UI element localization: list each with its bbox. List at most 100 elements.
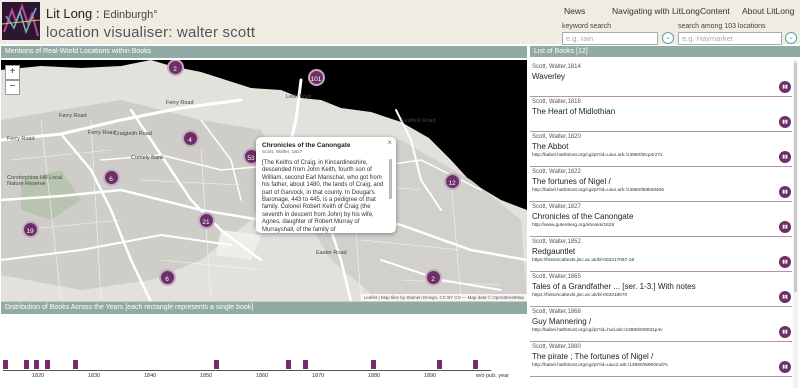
nav-content[interactable]: Content (700, 6, 730, 16)
road-label: Ferry Road (88, 130, 116, 136)
book-author-year: Scott, Walter,1868 (532, 309, 581, 315)
road-label: Comely Bank (131, 155, 164, 161)
book-title[interactable]: Guy Mannering / (532, 317, 591, 326)
book-icon[interactable]: ▮▮ (779, 81, 791, 93)
location-cluster-marker[interactable]: 2 (424, 268, 442, 286)
book-year-mark[interactable] (303, 360, 308, 369)
timeline-axis (3, 370, 491, 371)
road-label: Ferry Road (166, 100, 194, 106)
book-list: Scott, Walter,1814 Waverley ▮▮ Scott, Wa… (530, 57, 800, 388)
location-cluster-marker[interactable]: 19 (21, 220, 39, 238)
book-list-item[interactable]: Scott, Walter,1865 Tales of a Grandfathe… (530, 272, 792, 307)
popup-book-title: Chronicles of the Canongate (262, 142, 351, 149)
zoom-in-button[interactable]: + (5, 65, 20, 80)
axis-tick-label: 1890 (424, 373, 437, 379)
location-cluster-marker[interactable]: 6 (158, 268, 176, 286)
road-label: Leith Walk (286, 94, 312, 100)
book-year-mark[interactable] (437, 360, 442, 369)
book-source-link[interactable]: https://historicaltexts.jisc.ac.uk/bl-00… (532, 293, 627, 298)
site-brand[interactable]: Lit Long : Edinburgh° (46, 6, 158, 21)
book-title[interactable]: The Heart of Midlothian (532, 107, 615, 116)
book-icon[interactable]: ▮▮ (779, 291, 791, 303)
nav-news[interactable]: News (564, 6, 585, 16)
axis-tick-label: w/o pub. year (476, 373, 510, 379)
book-icon[interactable]: ▮▮ (779, 151, 791, 163)
book-source-link[interactable]: http://www.gutenberg.org/ebooks/1628 (532, 223, 614, 228)
publication-timeline: 1820 1830 1840 1850 1860 1870 1880 1890 … (1, 314, 527, 388)
chevron-down-icon[interactable]: ⌄ (662, 32, 674, 44)
book-list-item[interactable]: Scott, Walter,1820 The Abbot http://babe… (530, 132, 792, 167)
book-year-mark[interactable] (73, 360, 78, 369)
book-source-link[interactable]: http://babel.hathitrust.org/cgi/pt?id=ui… (532, 153, 663, 158)
book-icon[interactable]: ▮▮ (779, 221, 791, 233)
book-source-link[interactable]: http://babel.hathitrust.org/cgi/pt?id=ui… (532, 188, 664, 193)
nav-navigating[interactable]: Navigating with LitLong (612, 6, 700, 16)
location-search-label: search among 103 locations (678, 23, 766, 30)
location-popup[interactable]: × Chronicles of the Canongate Scott, Wal… (256, 137, 396, 233)
book-list-item[interactable]: Scott, Walter,1880 The pirate ; The fort… (530, 342, 792, 377)
book-year-mark[interactable] (473, 360, 478, 369)
book-title[interactable]: Chronicles of the Canongate (532, 212, 633, 221)
keyword-search-label: keyword search (562, 23, 612, 30)
city-name: Edinburgh (103, 9, 154, 21)
nav-about[interactable]: About LitLong (742, 6, 794, 16)
book-source-link[interactable]: http://babel.hathitrust.org/cgi/pt?id=hv… (532, 328, 663, 333)
road-label: Corstorphine Hill Local Nature Reserve (7, 175, 63, 187)
book-list-scroll-thumb[interactable] (794, 62, 797, 292)
book-author-year: Scott, Walter,1865 (532, 274, 581, 280)
popup-excerpt: [The Keiths of Craig, in Kincardineshire… (262, 160, 384, 233)
popup-scrollbar[interactable] (389, 159, 392, 199)
book-year-mark[interactable] (286, 360, 291, 369)
chevron-down-icon[interactable]: ⌄ (785, 32, 797, 44)
book-icon[interactable]: ▮▮ (779, 256, 791, 268)
book-author-year: Scott, Walter,1852 (532, 239, 581, 245)
book-icon[interactable]: ▮▮ (779, 326, 791, 338)
book-year-mark[interactable] (34, 360, 39, 369)
location-cluster-marker[interactable]: 12 (443, 172, 461, 190)
axis-tick-label: 1820 (32, 373, 45, 379)
book-list-item[interactable]: Scott, Walter,1827 Chronicles of the Can… (530, 202, 792, 237)
book-title[interactable]: The fortunes of Nigel / (532, 177, 611, 186)
location-cluster-marker[interactable]: 2 (166, 60, 184, 76)
keyword-search-input[interactable] (562, 32, 658, 45)
book-list-item[interactable]: Scott, Walter,1818 The Heart of Midlothi… (530, 97, 792, 132)
page-title: location visualiser: walter scott (46, 24, 256, 41)
book-title[interactable]: The pirate ; The fortunes of Nigel / (532, 352, 653, 361)
book-list-item[interactable]: Scott, Walter,1814 Waverley ▮▮ (530, 62, 792, 97)
book-list-item[interactable]: Scott, Walter,1822 The fortunes of Nigel… (530, 167, 792, 202)
road-label: Ferry Road (59, 113, 87, 119)
book-year-mark[interactable] (214, 360, 219, 369)
book-icon[interactable]: ▮▮ (779, 361, 791, 373)
zoom-out-button[interactable]: − (5, 80, 20, 95)
book-title[interactable]: Redgauntlet (532, 247, 575, 256)
book-title[interactable]: Waverley (532, 72, 565, 81)
book-year-mark[interactable] (24, 360, 29, 369)
location-cluster-marker[interactable]: 101 (307, 68, 325, 86)
book-author-year: Scott, Walter,1880 (532, 344, 581, 350)
book-source-link[interactable]: http://babel.hathitrust.org/cgi/pt?id=ui… (532, 363, 668, 368)
book-year-mark[interactable] (3, 360, 8, 369)
app-name: Lit Long (46, 6, 93, 21)
book-source-link[interactable]: https://historicaltexts.jisc.ac.uk/bl-00… (532, 258, 634, 263)
location-cluster-marker[interactable]: 4 (181, 129, 199, 147)
axis-tick-label: 1850 (200, 373, 213, 379)
road-label: Easter Road (316, 250, 347, 256)
close-icon[interactable]: × (387, 138, 392, 147)
location-search-input[interactable] (678, 32, 782, 45)
book-year-mark[interactable] (45, 360, 50, 369)
litlong-logo[interactable] (2, 2, 40, 40)
book-author-year: Scott, Walter,1820 (532, 134, 581, 140)
book-list-item[interactable]: Scott, Walter,1868 Guy Mannering / http:… (530, 307, 792, 342)
axis-tick-label: 1840 (144, 373, 157, 379)
timeline-heading: Distribution of Books Across the Years [… (1, 302, 527, 314)
book-list-item[interactable]: Scott, Walter,1852 Redgauntlet https://h… (530, 237, 792, 272)
book-year-mark[interactable] (371, 360, 376, 369)
map-attribution[interactable]: Leaflet | Map tiles by Stamen Design, CC… (360, 294, 527, 301)
book-title[interactable]: The Abbot (532, 142, 568, 151)
map-section-heading: Mentions of Real-World Locations within … (1, 46, 527, 58)
location-cluster-marker[interactable]: 6 (102, 168, 120, 186)
location-cluster-marker[interactable]: 21 (197, 211, 215, 229)
book-title[interactable]: Tales of a Grandfather ... [ser. 1-3.] W… (532, 282, 696, 291)
book-icon[interactable]: ▮▮ (779, 116, 791, 128)
book-icon[interactable]: ▮▮ (779, 186, 791, 198)
